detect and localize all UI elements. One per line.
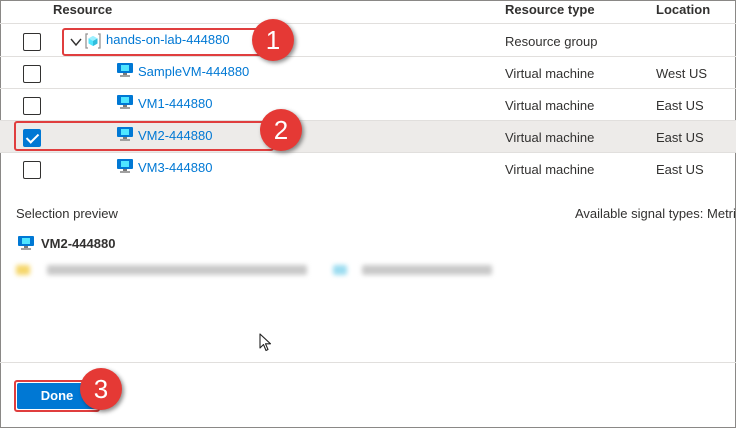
callout-box-2 xyxy=(14,121,274,151)
location-text: East US xyxy=(656,130,704,145)
mouse-cursor-icon xyxy=(259,333,272,352)
resource-name-link[interactable]: VM3-444880 xyxy=(138,160,212,175)
virtual-machine-icon xyxy=(117,95,133,109)
selection-preview-label: Selection preview xyxy=(16,206,118,221)
selected-resource-name: VM2-444880 xyxy=(41,236,116,251)
column-header-location[interactable]: Location xyxy=(656,2,710,17)
row-checkbox[interactable] xyxy=(23,33,41,51)
callout-box-1 xyxy=(62,28,267,56)
callout-badge-2: 2 xyxy=(260,109,302,151)
signal-types-text: Available signal types: Metri xyxy=(575,206,736,221)
resource-type-text: Virtual machine xyxy=(505,66,595,81)
location-text: West US xyxy=(656,66,708,81)
row-checkbox[interactable] xyxy=(23,97,41,115)
resource-name-link[interactable]: SampleVM-444880 xyxy=(138,64,249,79)
column-header-resource[interactable]: Resource xyxy=(53,2,112,17)
resource-name-link[interactable]: VM1-444880 xyxy=(138,96,212,111)
redacted-subscription-path xyxy=(16,263,494,277)
location-text: East US xyxy=(656,98,704,113)
virtual-machine-icon xyxy=(117,159,133,173)
table-header: Resource Resource type Location xyxy=(0,0,736,24)
virtual-machine-icon xyxy=(117,63,133,77)
row-checkbox[interactable] xyxy=(23,161,41,179)
footer-divider xyxy=(0,362,736,363)
callout-badge-3: 3 xyxy=(80,368,122,410)
callout-badge-1: 1 xyxy=(252,19,294,61)
resource-type-text: Virtual machine xyxy=(505,98,595,113)
table-row[interactable]: SampleVM-444880 Virtual machine West US xyxy=(0,57,736,89)
resource-type-text: Resource group xyxy=(505,34,598,49)
row-checkbox[interactable] xyxy=(23,65,41,83)
location-text: East US xyxy=(656,162,704,177)
resource-type-text: Virtual machine xyxy=(505,130,595,145)
table-row[interactable]: VM3-444880 Virtual machine East US xyxy=(0,153,736,185)
virtual-machine-icon xyxy=(18,236,34,250)
column-header-resource-type[interactable]: Resource type xyxy=(505,2,595,17)
resource-type-text: Virtual machine xyxy=(505,162,595,177)
table-row[interactable]: VM1-444880 Virtual machine East US xyxy=(0,89,736,121)
